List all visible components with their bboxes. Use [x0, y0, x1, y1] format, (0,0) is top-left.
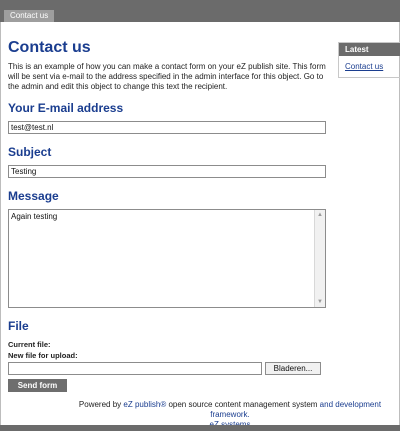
latest-link-contact-us[interactable]: Contact us [339, 56, 400, 71]
scroll-up-arrow-icon[interactable]: ▲ [316, 211, 324, 219]
scroll-down-arrow-icon[interactable]: ▼ [316, 298, 324, 306]
file-heading: File [8, 319, 29, 333]
latest-heading: Latest [339, 43, 400, 56]
send-form-button[interactable]: Send form [8, 379, 67, 392]
sidebar-latest: Latest Contact us [338, 42, 400, 78]
footer-ez-publish-link[interactable]: eZ publish® [123, 400, 166, 409]
message-textarea[interactable]: Again testing ▲ ▼ [8, 209, 326, 308]
page-title: Contact us [8, 39, 91, 56]
new-file-label: New file for upload: [8, 351, 78, 360]
footer-oss-text: open source content management system [168, 400, 318, 409]
message-heading: Message [8, 189, 59, 203]
main-content: Contact us This is an example of how you… [8, 38, 328, 376]
latest-box: Latest Contact us [338, 42, 400, 78]
email-field[interactable]: test@test.nl [8, 121, 326, 134]
email-heading: Your E-mail address [8, 101, 124, 115]
intro-text: This is an example of how you can make a… [8, 62, 326, 91]
bottom-bar [0, 425, 400, 431]
message-scrollbar[interactable]: ▲ ▼ [314, 210, 325, 307]
current-file-label: Current file: [8, 340, 51, 349]
browse-button[interactable]: Bladeren... [265, 362, 321, 375]
tab-contact-us[interactable]: Contact us [4, 10, 55, 22]
footer-line: Powered by eZ publish® open source conte… [0, 400, 400, 420]
subject-field[interactable]: Testing [8, 165, 326, 178]
footer-powered-by: Powered by [78, 400, 122, 409]
top-navigation-bar: Contact us [0, 0, 400, 22]
file-upload-input[interactable] [8, 362, 262, 375]
subject-heading: Subject [8, 145, 52, 159]
file-upload-row: Bladeren... [8, 362, 328, 376]
message-text: Again testing [11, 212, 58, 221]
